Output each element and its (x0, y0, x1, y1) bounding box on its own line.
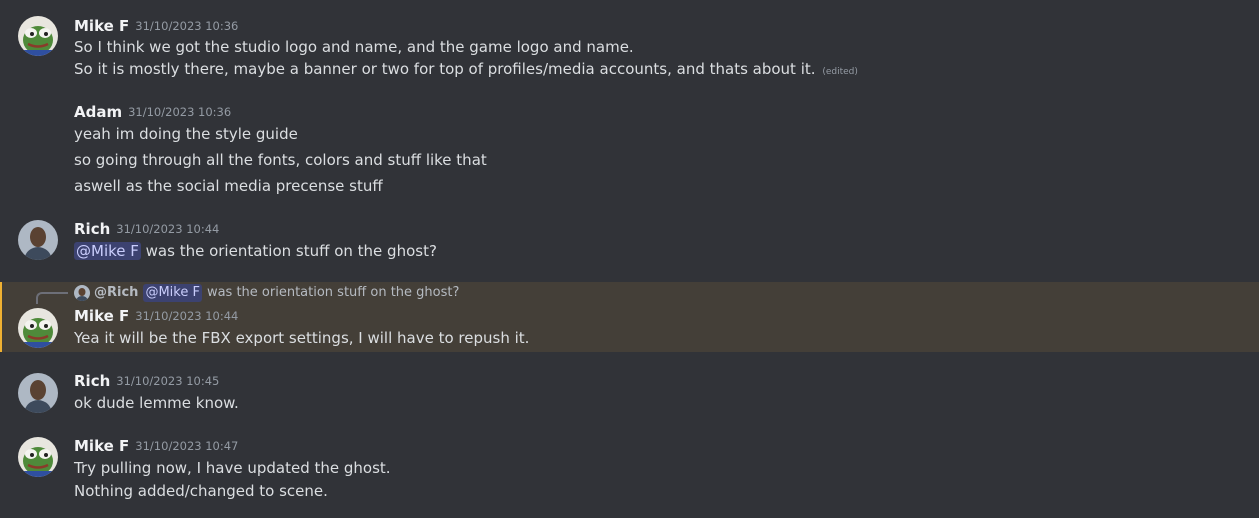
edited-label: (edited) (822, 67, 858, 77)
message-text: Nothing added/changed to scene. (74, 482, 328, 500)
message-text: So it is mostly there, maybe a banner or… (74, 59, 858, 82)
message-text-content: was the orientation stuff on the ghost? (140, 242, 437, 260)
message-text: so going through all the fonts, colors a… (74, 151, 487, 169)
pepe-frog-avatar-icon (18, 308, 58, 348)
message-text: @Mike F was the orientation stuff on the… (74, 241, 437, 261)
author-name[interactable]: Mike F (74, 437, 129, 455)
avatar[interactable] (18, 437, 58, 477)
timestamp[interactable]: 31/10/2023 10:44 (135, 309, 238, 323)
author-name[interactable]: Rich (74, 372, 110, 390)
timestamp[interactable]: 31/10/2023 10:45 (116, 374, 219, 388)
user-mention[interactable]: @Mike F (74, 242, 141, 260)
avatar[interactable] (18, 373, 58, 413)
highlight-accent-bar (0, 282, 2, 352)
timestamp[interactable]: 31/10/2023 10:47 (135, 439, 238, 453)
message-text: aswell as the social media precense stuf… (74, 177, 383, 195)
timestamp[interactable]: 31/10/2023 10:36 (128, 105, 231, 119)
message-header: Rich 31/10/2023 10:44 (74, 219, 219, 240)
author-name[interactable]: Mike F (74, 17, 129, 35)
reply-preview[interactable]: @Rich @Mike F was the orientation stuff … (74, 284, 459, 302)
author-name[interactable]: Mike F (74, 307, 129, 325)
author-name[interactable]: Rich (74, 220, 110, 238)
avatar[interactable] (18, 16, 58, 56)
message-text-content: So it is mostly there, maybe a banner or… (74, 60, 816, 78)
avatar[interactable] (18, 220, 58, 260)
timestamp[interactable]: 31/10/2023 10:36 (135, 19, 238, 33)
message-header: Mike F 31/10/2023 10:36 (74, 16, 238, 37)
message-text: ok dude lemme know. (74, 394, 239, 412)
reply-text: was the orientation stuff on the ghost? (206, 285, 460, 300)
message-header: Mike F 31/10/2023 10:44 (74, 306, 238, 327)
user-photo-avatar-icon (18, 220, 58, 260)
reply-spine (36, 292, 68, 304)
user-photo-avatar-icon (18, 373, 58, 413)
message-text: So I think we got the studio logo and na… (74, 38, 634, 56)
message-header: Rich 31/10/2023 10:45 (74, 371, 219, 392)
reply-author[interactable]: @Rich (94, 284, 138, 302)
message-text: Try pulling now, I have updated the ghos… (74, 459, 391, 477)
timestamp[interactable]: 31/10/2023 10:44 (116, 222, 219, 236)
pepe-frog-avatar-icon (18, 16, 58, 56)
pepe-frog-avatar-icon (18, 437, 58, 477)
message-text: Yea it will be the FBX export settings, … (74, 329, 530, 347)
message-header: Mike F 31/10/2023 10:47 (74, 436, 238, 457)
user-mention[interactable]: @Mike F (143, 284, 202, 302)
reply-avatar (74, 285, 90, 301)
chat-message-list: Mike F 31/10/2023 10:36 So I think we got… (0, 0, 1259, 518)
user-photo-avatar-icon (74, 285, 90, 301)
avatar[interactable] (18, 308, 58, 348)
message-header: Adam 31/10/2023 10:36 (74, 102, 231, 123)
author-name[interactable]: Adam (74, 103, 122, 121)
message-text: yeah im doing the style guide (74, 125, 298, 143)
